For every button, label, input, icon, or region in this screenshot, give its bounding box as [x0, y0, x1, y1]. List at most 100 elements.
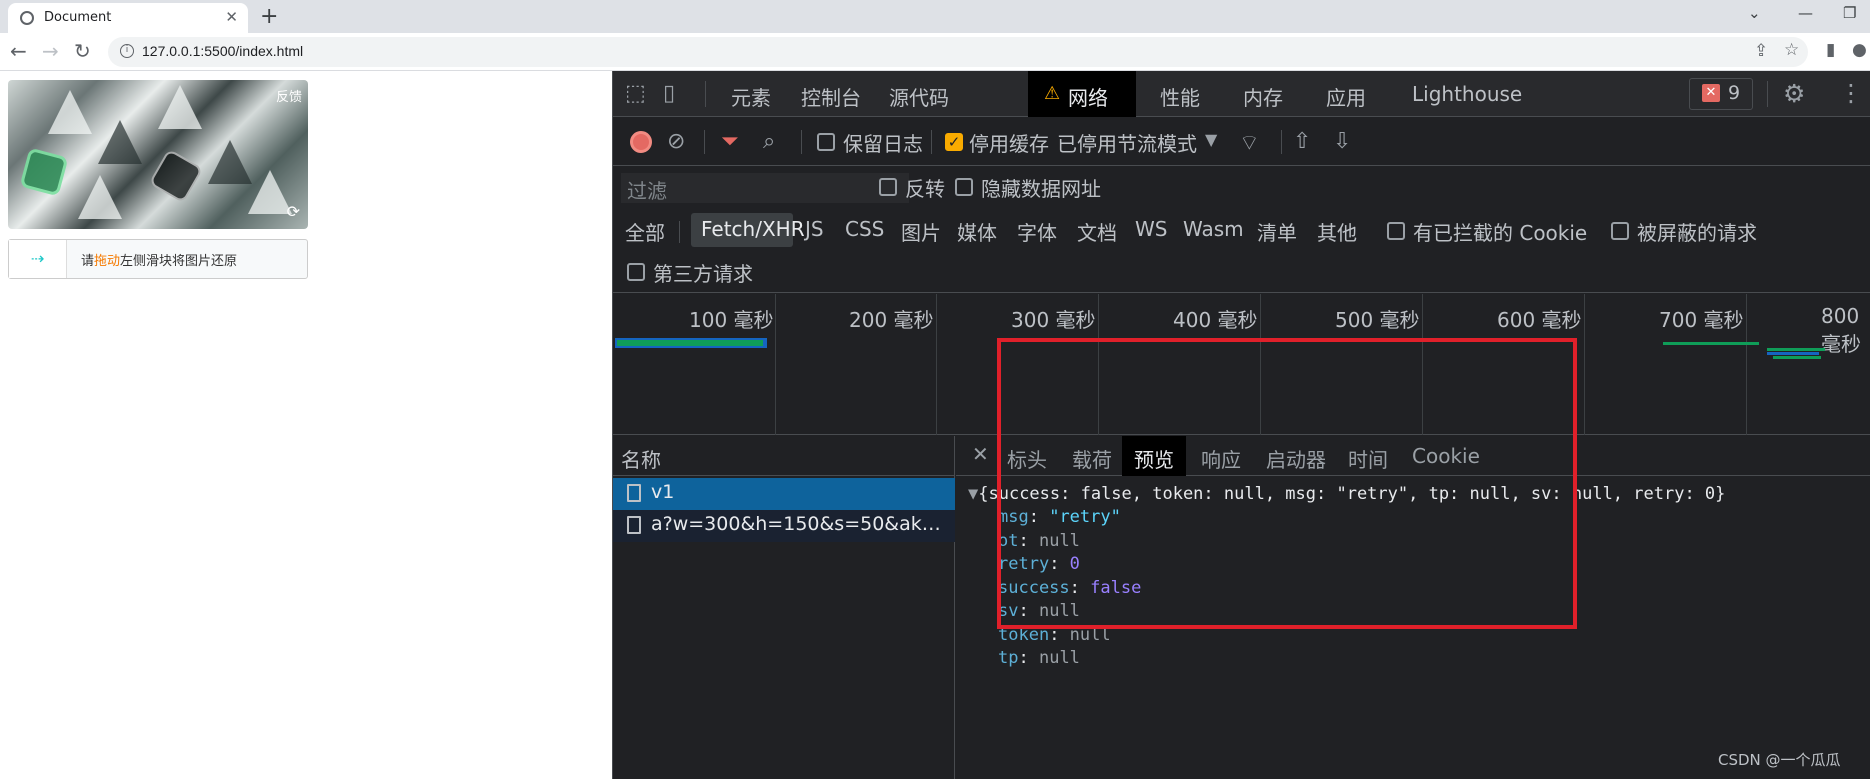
- feedback-link[interactable]: 反馈: [276, 86, 302, 105]
- tab-network[interactable]: ⚠ 网络: [1028, 71, 1136, 117]
- type-other[interactable]: 其他: [1317, 217, 1357, 246]
- hide-data-urls-label: 隐藏数据网址: [981, 177, 1101, 201]
- site-info-icon[interactable]: i: [120, 44, 134, 58]
- tab-console[interactable]: 控制台: [801, 82, 861, 111]
- page-content: 反馈 ⟳ ⇢ 请拖动左侧滑块将图片还原: [0, 71, 612, 779]
- type-css[interactable]: CSS: [845, 217, 884, 241]
- type-media[interactable]: 媒体: [957, 217, 997, 246]
- divider: [679, 221, 680, 243]
- watermark: CSDN @一个瓜瓜: [1718, 751, 1841, 769]
- request-bar: [1773, 356, 1821, 359]
- filter-input[interactable]: 过滤: [621, 173, 909, 203]
- type-img[interactable]: 图片: [901, 217, 941, 246]
- resource-type-filter: 全部 Fetch/XHR JS CSS 图片 媒体 字体 文档 WS Wasm …: [613, 211, 1870, 251]
- globe-icon: [20, 11, 34, 25]
- clear-icon[interactable]: ⊘: [667, 129, 685, 154]
- new-tab-button[interactable]: +: [260, 4, 278, 29]
- tick-label: 400 毫秒: [1173, 308, 1258, 332]
- request-bar: [1767, 352, 1819, 355]
- third-party-checkbox[interactable]: [627, 263, 645, 281]
- tab-network-label: 网络: [1068, 86, 1108, 110]
- captcha-image: 反馈 ⟳: [8, 80, 308, 229]
- type-manifest[interactable]: 清单: [1257, 217, 1297, 246]
- spike-shape: [48, 90, 92, 134]
- forward-icon[interactable]: →: [42, 39, 59, 63]
- request-bar: [617, 340, 763, 346]
- reload-icon[interactable]: ↻: [74, 39, 91, 63]
- tick-label: 800 毫秒: [1821, 304, 1861, 356]
- captcha-slider[interactable]: ⇢ 请拖动左侧滑块将图片还原: [8, 239, 308, 279]
- type-fetch-xhr[interactable]: Fetch/XHR: [691, 213, 805, 247]
- error-count-badge[interactable]: ✕ 9: [1689, 78, 1753, 110]
- divider: [705, 81, 706, 107]
- record-icon[interactable]: [630, 131, 652, 153]
- type-js[interactable]: JS: [805, 217, 824, 241]
- blocked-cookies-label: 有已拦截的 Cookie: [1413, 221, 1588, 245]
- spike-shape: [158, 85, 202, 129]
- request-list: 名称 v1 a?w=300&h=150&s=50&ak=cacd1...: [613, 436, 955, 779]
- address-bar[interactable]: i 127.0.0.1:5500/index.html ⇪ ☆: [108, 37, 1808, 67]
- search-icon[interactable]: ⌕: [763, 129, 775, 154]
- annotation-highlight-box: [997, 338, 1577, 629]
- invert-checkbox[interactable]: [879, 178, 897, 196]
- profile-avatar-icon[interactable]: ●: [1852, 40, 1867, 60]
- devtools-tabbar: ⬚ ▯ 元素 控制台 源代码 ⚠ 网络 性能 内存 应用 Lighthouse …: [613, 71, 1870, 117]
- tab-elements[interactable]: 元素: [731, 82, 771, 111]
- name-column-header[interactable]: 名称: [613, 436, 955, 476]
- puzzle-hole: [148, 148, 204, 204]
- browser-toolbar: ← → ↻ i 127.0.0.1:5500/index.html ⇪ ☆ ▮ …: [0, 33, 1870, 71]
- import-har-icon[interactable]: ⇧: [1293, 129, 1311, 154]
- close-detail-icon[interactable]: ✕: [972, 442, 989, 466]
- puzzle-piece[interactable]: [19, 147, 69, 197]
- divider: [1767, 81, 1768, 107]
- close-tab-icon[interactable]: ✕: [225, 8, 238, 26]
- request-row[interactable]: a?w=300&h=150&s=50&ak=cacd1...: [613, 510, 955, 542]
- maximize-button[interactable]: ❐: [1843, 4, 1856, 22]
- request-row-selected[interactable]: v1: [613, 478, 955, 510]
- settings-gear-icon[interactable]: ⚙: [1783, 79, 1805, 108]
- tick-label: 500 毫秒: [1335, 308, 1420, 332]
- browser-tab[interactable]: Document ✕: [8, 3, 248, 33]
- type-font[interactable]: 字体: [1017, 217, 1057, 246]
- tick-label: 300 毫秒: [1011, 308, 1096, 332]
- tab-application[interactable]: 应用: [1326, 82, 1366, 111]
- back-icon[interactable]: ←: [10, 39, 27, 63]
- disable-cache-checkbox[interactable]: ✓: [945, 133, 963, 151]
- tab-memory[interactable]: 内存: [1243, 82, 1283, 111]
- spike-shape: [248, 170, 292, 214]
- browser-tab-strip: Document ✕ + ⌄ — ❐: [0, 0, 1870, 33]
- inspect-element-icon[interactable]: ⬚: [625, 81, 646, 106]
- type-all[interactable]: 全部: [625, 217, 665, 246]
- tab-performance[interactable]: 性能: [1160, 82, 1200, 111]
- blocked-requests-checkbox[interactable]: [1611, 222, 1629, 240]
- type-doc[interactable]: 文档: [1077, 217, 1117, 246]
- filter-icon[interactable]: ⏷: [721, 129, 739, 154]
- slider-instruction: 请拖动左侧滑块将图片还原: [81, 254, 238, 269]
- hide-data-urls-checkbox[interactable]: [955, 178, 973, 196]
- more-options-icon[interactable]: ⋮: [1839, 79, 1863, 107]
- tab-search-icon[interactable]: ⌄: [1748, 4, 1761, 22]
- bookmark-star-icon[interactable]: ☆: [1784, 40, 1799, 60]
- blocked-cookies-checkbox[interactable]: [1387, 222, 1405, 240]
- json-value: null: [1038, 648, 1080, 668]
- json-field-row: tp: null: [998, 648, 1080, 668]
- disable-cache-label: 停用缓存: [969, 132, 1049, 156]
- tab-lighthouse[interactable]: Lighthouse: [1412, 82, 1522, 106]
- tab-title: Document: [44, 10, 112, 25]
- export-har-icon[interactable]: ⇩: [1333, 129, 1351, 154]
- type-wasm[interactable]: Wasm: [1183, 217, 1244, 241]
- chevron-down-icon[interactable]: ▼: [1205, 130, 1217, 149]
- network-conditions-icon[interactable]: ⌔: [1239, 129, 1260, 157]
- slider-handle-arrow-icon[interactable]: ⇢: [9, 240, 67, 278]
- preserve-log-checkbox[interactable]: [817, 133, 835, 151]
- side-panel-icon[interactable]: ▮: [1826, 40, 1835, 60]
- share-icon[interactable]: ⇪: [1754, 41, 1768, 61]
- tab-sources[interactable]: 源代码: [889, 82, 949, 111]
- minimize-button[interactable]: —: [1798, 4, 1813, 22]
- type-ws[interactable]: WS: [1135, 217, 1167, 241]
- refresh-icon[interactable]: ⟳: [287, 202, 300, 221]
- divider: [801, 130, 802, 154]
- expand-triangle-icon: ▼: [968, 484, 979, 504]
- throttling-select[interactable]: 已停用节流模式: [1057, 128, 1197, 157]
- device-toolbar-icon[interactable]: ▯: [663, 81, 675, 106]
